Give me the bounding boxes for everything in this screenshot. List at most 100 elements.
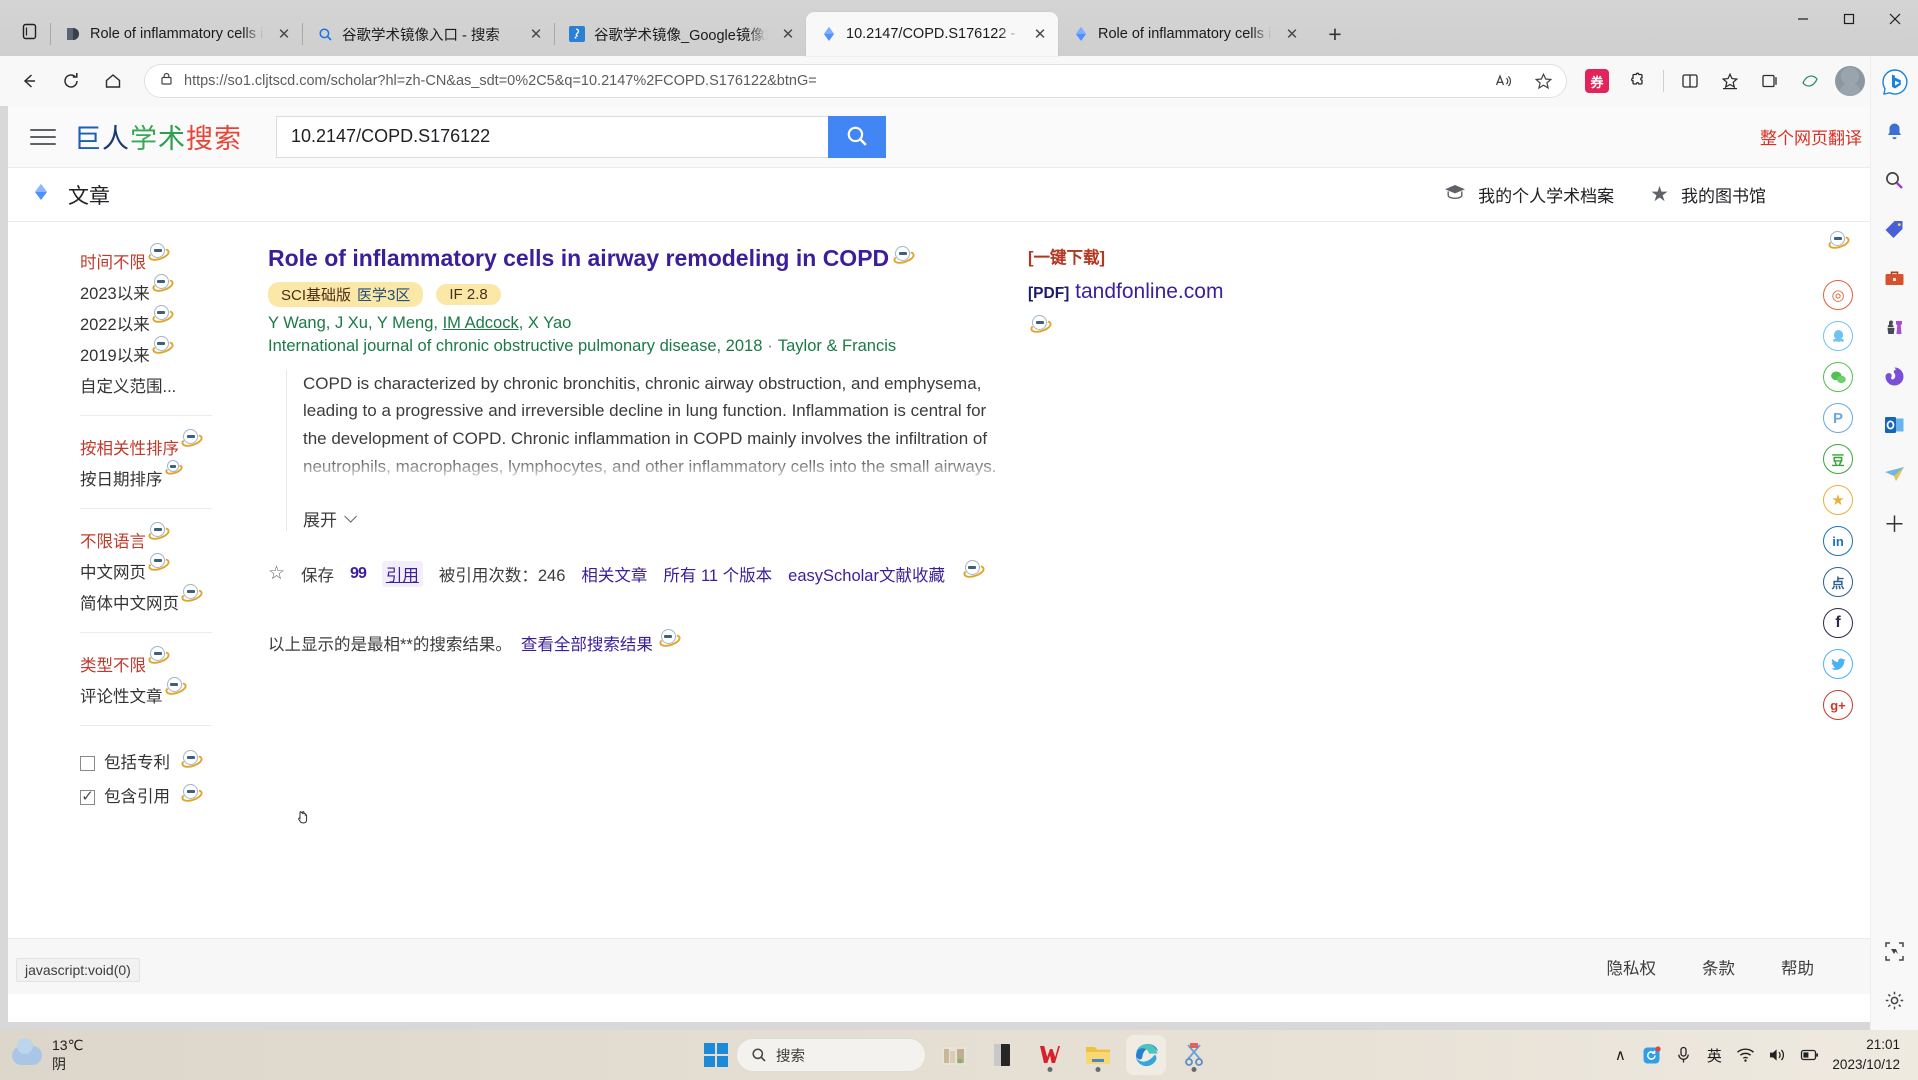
coupon-extension-button[interactable]: 券: [1579, 63, 1615, 99]
search-icon[interactable]: [1879, 164, 1911, 196]
one-click-download-link[interactable]: [一键下载]: [1028, 249, 1105, 267]
weibo-share-icon[interactable]: ◎: [1823, 280, 1853, 310]
tray-wifi-icon[interactable]: [1736, 1047, 1755, 1063]
tab-close-button[interactable]: ✕: [1280, 22, 1304, 46]
browser-tab-3-active[interactable]: 10.2147/COPD.S176122 - Google ✕: [806, 12, 1058, 56]
collections-button[interactable]: [1752, 63, 1788, 99]
tab-actions-menu-button[interactable]: [8, 9, 50, 53]
taskbar-search-box[interactable]: 搜索: [736, 1038, 926, 1072]
cited-by-link[interactable]: 被引用次数：246: [439, 562, 566, 586]
my-profile-link[interactable]: 我的个人学术档案: [1444, 182, 1614, 207]
filter-simplified-chinese-pages[interactable]: 简体中文网页: [80, 584, 212, 619]
window-minimize-button[interactable]: [1780, 0, 1826, 38]
notifications-bell-icon[interactable]: [1879, 115, 1911, 147]
filter-sort-date[interactable]: 按日期排序: [80, 460, 212, 495]
tray-volume-icon[interactable]: [1768, 1047, 1787, 1063]
split-screen-button[interactable]: [1672, 63, 1708, 99]
search-button[interactable]: [828, 115, 886, 158]
screenshot-icon[interactable]: [1879, 935, 1911, 967]
start-button-icon[interactable]: [704, 1043, 728, 1067]
checkbox-box[interactable]: [80, 789, 95, 805]
filter-review-articles[interactable]: 评论性文章: [80, 677, 212, 712]
search-input[interactable]: [276, 115, 828, 158]
filter-since-2019[interactable]: 2019以来: [80, 336, 260, 371]
tray-update-icon[interactable]: [1642, 1045, 1662, 1065]
save-star-icon[interactable]: ☆: [268, 562, 285, 585]
browser-tab-0[interactable]: Role of inflammatory cells in airw ✕: [50, 12, 302, 56]
author-link-adcock[interactable]: IM Adcock: [443, 314, 519, 332]
translate-badge-icon[interactable]: [150, 336, 175, 357]
related-articles-link[interactable]: 相关文章: [581, 562, 647, 586]
view-all-results-link[interactable]: 查看全部搜索结果: [521, 631, 653, 655]
tab-close-button[interactable]: ✕: [272, 22, 296, 46]
filter-any-language[interactable]: 不限语言: [80, 522, 212, 557]
extensions-button[interactable]: [1619, 63, 1655, 99]
translate-badge-icon[interactable]: [150, 274, 175, 295]
profile-avatar-button[interactable]: [1832, 63, 1868, 99]
taskbar-app-store[interactable]: [934, 1035, 974, 1075]
translate-badge-icon[interactable]: [146, 522, 172, 543]
tray-ime-english-icon[interactable]: 英: [1705, 1045, 1723, 1066]
translate-badge-icon[interactable]: [961, 560, 987, 581]
send-plane-icon[interactable]: [1879, 458, 1911, 490]
tray-microphone-icon[interactable]: [1674, 1046, 1692, 1064]
taskbar-app-snip[interactable]: [1174, 1035, 1214, 1075]
checkbox-box[interactable]: [80, 755, 95, 771]
taskbar-app-edge[interactable]: [1126, 1035, 1166, 1075]
menu-hamburger-icon[interactable]: [26, 120, 60, 154]
add-sidebar-icon[interactable]: ＋: [1879, 507, 1911, 539]
address-bar[interactable]: https://so1.cljtscd.com/scholar?hl=zh-CN…: [144, 64, 1567, 98]
settings-gear-icon[interactable]: [1879, 984, 1911, 1016]
home-button[interactable]: [94, 62, 132, 100]
facebook-share-icon[interactable]: f: [1823, 608, 1853, 638]
taskbar-clock[interactable]: 21:01 2023/10/12: [1832, 1035, 1900, 1074]
new-tab-button[interactable]: +: [1316, 15, 1354, 53]
twitter-share-icon[interactable]: [1823, 649, 1853, 679]
site-logo[interactable]: 巨人学术搜索: [74, 117, 242, 156]
tray-battery-icon[interactable]: [1800, 1047, 1819, 1063]
browser-tab-1[interactable]: 谷歌学术镜像入口 - 搜索 ✕: [302, 12, 554, 56]
tray-overflow-chevron-icon[interactable]: ∧: [1611, 1046, 1629, 1064]
checkbox-include-patents[interactable]: 包括专利: [80, 748, 212, 778]
pocket-share-icon[interactable]: P: [1823, 403, 1853, 433]
tab-close-button[interactable]: ✕: [1028, 22, 1052, 46]
taskbar-app-wps[interactable]: [1030, 1035, 1070, 1075]
footer-terms-link[interactable]: 条款: [1702, 955, 1735, 979]
translate-badge-icon[interactable]: [179, 783, 205, 804]
my-library-link[interactable]: ★ 我的图书馆: [1650, 182, 1766, 207]
taskbar-app-dark-tile[interactable]: [982, 1035, 1022, 1075]
bing-chat-icon[interactable]: [1879, 66, 1911, 98]
translate-badge-icon[interactable]: [657, 628, 683, 649]
easyscholar-collect-link[interactable]: easyScholar文献收藏: [788, 562, 945, 586]
linkedin-share-icon[interactable]: in: [1823, 526, 1853, 556]
translate-badge-icon[interactable]: [891, 246, 917, 267]
result-title-link[interactable]: Role of inflammatory cells in airway rem…: [268, 244, 917, 273]
shopping-tag-icon[interactable]: [1879, 213, 1911, 245]
translate-badge-icon[interactable]: [150, 305, 175, 326]
qq-share-icon[interactable]: [1823, 321, 1853, 351]
translate-badge-icon[interactable]: [179, 429, 205, 450]
translate-badge-icon[interactable]: [179, 749, 205, 770]
add-favorite-star-icon[interactable]: [1528, 66, 1558, 96]
googleplus-share-icon[interactable]: g+: [1823, 690, 1853, 720]
translate-badge-icon[interactable]: [163, 460, 184, 477]
footer-help-link[interactable]: 帮助: [1781, 955, 1814, 979]
taskbar-app-explorer[interactable]: [1078, 1035, 1118, 1075]
window-maximize-button[interactable]: [1826, 0, 1872, 38]
douban-share-icon[interactable]: 豆: [1823, 444, 1853, 474]
cite-link[interactable]: 引用: [381, 560, 423, 587]
window-close-button[interactable]: [1872, 0, 1918, 38]
favorites-bar-button[interactable]: [1712, 63, 1748, 99]
reload-button[interactable]: [52, 62, 90, 100]
browser-tab-4[interactable]: Role of inflammatory cells in airw ✕: [1058, 12, 1310, 56]
diandian-share-icon[interactable]: 点: [1823, 567, 1853, 597]
save-link[interactable]: 保存: [301, 562, 334, 586]
all-versions-link[interactable]: 所有 11 个版本: [663, 562, 772, 586]
translate-badge-icon[interactable]: [146, 646, 172, 667]
translate-badge-icon[interactable]: [1826, 231, 1852, 252]
office-icon[interactable]: [1879, 360, 1911, 392]
back-button[interactable]: [10, 62, 48, 100]
expand-snippet-button[interactable]: 展开: [303, 506, 357, 531]
translate-badge-icon[interactable]: [146, 243, 172, 264]
favorite-star-icon[interactable]: ★: [1823, 485, 1853, 515]
